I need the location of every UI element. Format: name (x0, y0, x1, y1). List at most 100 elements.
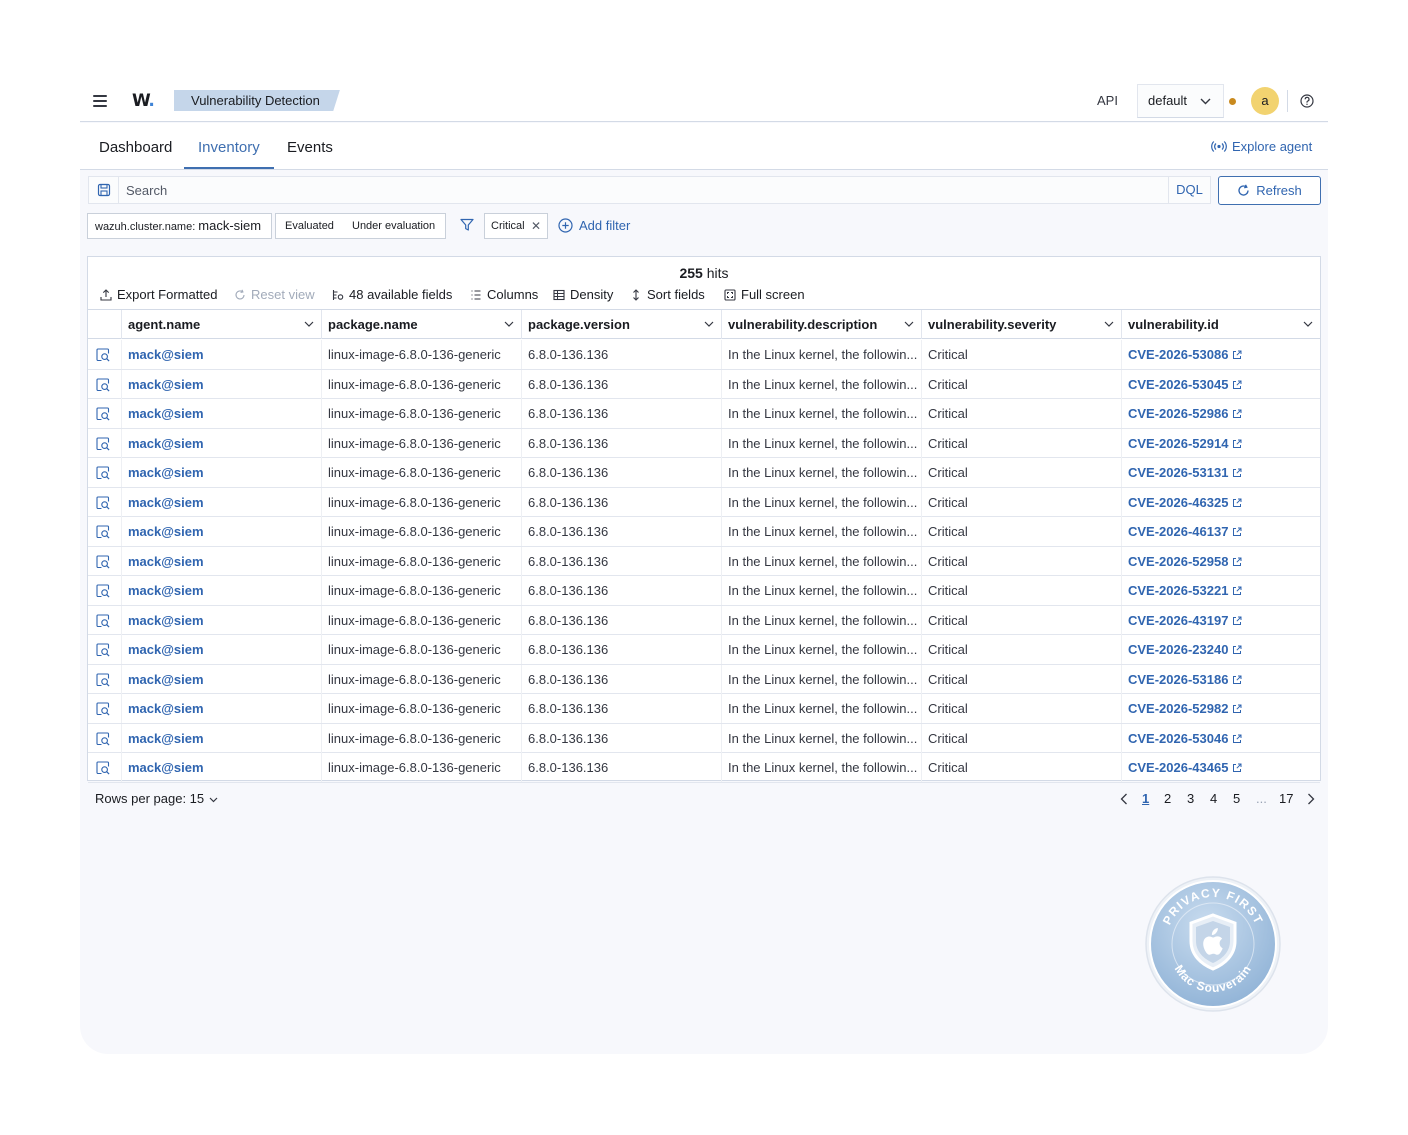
inspect-row-button[interactable] (88, 429, 121, 458)
external-link-icon[interactable] (1232, 734, 1242, 744)
severity-filter-pill[interactable]: Critical ✕ (484, 213, 548, 239)
cve-link[interactable]: CVE-2026-53086 (1128, 347, 1228, 362)
inspect-row-button[interactable] (88, 606, 121, 635)
query-language-button[interactable]: DQL (1168, 177, 1210, 203)
cve-link[interactable]: CVE-2026-53131 (1128, 465, 1228, 480)
full-screen-button[interactable]: Full screen (724, 287, 805, 302)
inspect-row-button[interactable] (88, 724, 121, 753)
cve-link[interactable]: CVE-2026-23240 (1128, 642, 1228, 657)
close-icon[interactable]: ✕ (531, 214, 541, 238)
sort-fields-button[interactable]: Sort fields (630, 287, 705, 302)
inspect-row-button[interactable] (88, 547, 121, 576)
cve-link[interactable]: CVE-2026-46325 (1128, 495, 1228, 510)
agent-link[interactable]: mack@siem (128, 406, 204, 421)
refresh-button[interactable]: Refresh (1218, 176, 1321, 205)
chevron-right-icon[interactable] (1307, 793, 1315, 805)
external-link-icon[interactable] (1232, 675, 1242, 685)
user-avatar[interactable]: a (1251, 87, 1279, 115)
available-fields-button[interactable]: 48 available fields (332, 287, 452, 302)
external-link-icon[interactable] (1232, 763, 1242, 773)
search-input[interactable] (120, 177, 1168, 203)
density-button[interactable]: Density (553, 287, 613, 302)
inspect-row-button[interactable] (88, 665, 121, 694)
agent-link[interactable]: mack@siem (128, 701, 204, 716)
inspect-row-button[interactable] (88, 399, 121, 428)
agent-link[interactable]: mack@siem (128, 672, 204, 687)
external-link-icon[interactable] (1232, 645, 1242, 655)
external-link-icon[interactable] (1232, 468, 1242, 478)
inspect-row-button[interactable] (88, 370, 121, 399)
column-header-vulnerability-severity[interactable]: vulnerability.severity (921, 310, 1121, 339)
column-header-package-name[interactable]: package.name (321, 310, 521, 339)
help-icon[interactable] (1300, 94, 1314, 108)
segment-evaluated[interactable]: Evaluated (285, 214, 334, 238)
api-select[interactable]: default (1137, 84, 1224, 118)
column-header-vulnerability-description[interactable]: vulnerability.description (721, 310, 921, 339)
external-link-icon[interactable] (1232, 439, 1242, 449)
external-link-icon[interactable] (1232, 380, 1242, 390)
external-link-icon[interactable] (1232, 586, 1242, 596)
cve-link[interactable]: CVE-2026-53221 (1128, 583, 1228, 598)
inspect-row-button[interactable] (88, 694, 121, 723)
agent-link[interactable]: mack@siem (128, 731, 204, 746)
agent-link[interactable]: mack@siem (128, 495, 204, 510)
tab-events[interactable]: Events (273, 123, 347, 169)
inspect-row-button[interactable] (88, 488, 121, 517)
segment-under-evaluation[interactable]: Under evaluation (352, 214, 435, 238)
inspect-row-button[interactable] (88, 517, 121, 546)
column-header-package-version[interactable]: package.version (521, 310, 721, 339)
cve-link[interactable]: CVE-2026-53046 (1128, 731, 1228, 746)
inspect-row-button[interactable] (88, 635, 121, 664)
agent-link[interactable]: mack@siem (128, 377, 204, 392)
agent-link[interactable]: mack@siem (128, 583, 204, 598)
external-link-icon[interactable] (1232, 527, 1242, 537)
agent-link[interactable]: mack@siem (128, 642, 204, 657)
rows-per-page-button[interactable]: Rows per page: 15 (95, 791, 218, 806)
agent-link[interactable]: mack@siem (128, 524, 204, 539)
app-logo[interactable]: W. (132, 91, 155, 111)
agent-link[interactable]: mack@siem (128, 554, 204, 569)
cve-link[interactable]: CVE-2026-53045 (1128, 377, 1228, 392)
cve-link[interactable]: CVE-2026-52958 (1128, 554, 1228, 569)
external-link-icon[interactable] (1232, 409, 1242, 419)
page-17[interactable]: 17 (1279, 791, 1293, 806)
cluster-filter-pill[interactable]: wazuh.cluster.name: mack-siem (87, 213, 272, 239)
tab-dashboard[interactable]: Dashboard (85, 123, 186, 169)
tab-inventory[interactable]: Inventory (184, 123, 274, 169)
cve-link[interactable]: CVE-2026-52986 (1128, 406, 1228, 421)
cve-link[interactable]: CVE-2026-43197 (1128, 613, 1228, 628)
agent-link[interactable]: mack@siem (128, 613, 204, 628)
agent-link[interactable]: mack@siem (128, 436, 204, 451)
explore-agent-button[interactable]: Explore agent (1211, 139, 1312, 154)
external-link-icon[interactable] (1232, 498, 1242, 508)
save-query-button[interactable] (89, 177, 119, 203)
page-1[interactable]: 1 (1142, 791, 1149, 806)
page-4[interactable]: 4 (1210, 791, 1217, 806)
filter-icon[interactable] (460, 218, 474, 232)
inspect-row-button[interactable] (88, 458, 121, 487)
inspect-row-button[interactable] (88, 340, 121, 369)
export-formatted-button[interactable]: Export Formatted (100, 287, 217, 302)
external-link-icon[interactable] (1232, 616, 1242, 626)
cve-link[interactable]: CVE-2026-43465 (1128, 760, 1228, 775)
agent-link[interactable]: mack@siem (128, 760, 204, 775)
menu-icon[interactable] (92, 92, 110, 110)
cve-link[interactable]: CVE-2026-52982 (1128, 701, 1228, 716)
page-2[interactable]: 2 (1164, 791, 1171, 806)
agent-link[interactable]: mack@siem (128, 465, 204, 480)
inspect-row-button[interactable] (88, 576, 121, 605)
inspect-row-button[interactable] (88, 753, 121, 782)
external-link-icon[interactable] (1232, 350, 1242, 360)
cve-link[interactable]: CVE-2026-52914 (1128, 436, 1228, 451)
page-3[interactable]: 3 (1187, 791, 1194, 806)
chevron-left-icon[interactable] (1120, 793, 1128, 805)
column-header-vulnerability-id[interactable]: vulnerability.id (1121, 310, 1320, 339)
add-filter-button[interactable]: Add filter (558, 218, 630, 233)
cve-link[interactable]: CVE-2026-46137 (1128, 524, 1228, 539)
columns-button[interactable]: Columns (470, 287, 538, 302)
external-link-icon[interactable] (1232, 557, 1242, 567)
page-5[interactable]: 5 (1233, 791, 1240, 806)
external-link-icon[interactable] (1232, 704, 1242, 714)
breadcrumb-vulnerability-detection[interactable]: Vulnerability Detection (174, 90, 340, 111)
cve-link[interactable]: CVE-2026-53186 (1128, 672, 1228, 687)
